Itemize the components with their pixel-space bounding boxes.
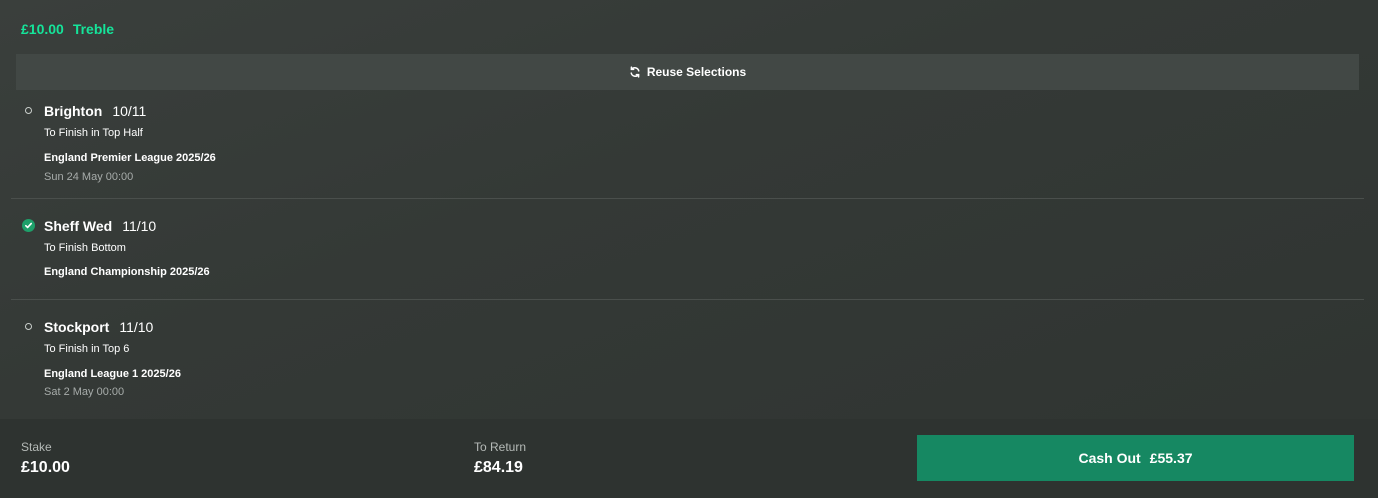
bet-footer: Stake £10.00 To Return £84.19 Cash Out £…	[0, 419, 1378, 498]
selection-name: Brighton	[44, 103, 103, 119]
selection-date: Sat 2 May 00:00	[44, 386, 125, 398]
selection-event: England League 1 2025/26	[44, 368, 181, 380]
open-status-icon	[24, 106, 32, 114]
reuse-selections-label: Reuse Selections	[646, 65, 747, 79]
selection-event: England Premier League 2025/26	[44, 152, 216, 164]
bet-stake: £10.00	[21, 21, 64, 37]
stake-value: £10.00	[21, 459, 70, 476]
cash-out-label: Cash Out	[1078, 450, 1141, 466]
selection-status	[21, 218, 35, 232]
stake-summary: Stake £10.00	[21, 440, 70, 478]
bet-header: £10.00 Treble	[21, 19, 114, 39]
selection-odds: 11/10	[122, 218, 157, 234]
cash-out-value: £55.37	[1149, 450, 1193, 466]
selection-item: Stockport 11/10 To Finish in Top 6 Engla…	[11, 319, 1364, 414]
check-circle-icon	[21, 218, 35, 232]
open-status-icon	[24, 322, 32, 330]
selection-odds: 10/11	[112, 103, 147, 119]
selection-status	[21, 319, 35, 333]
reuse-selections-button[interactable]: Reuse Selections	[16, 54, 1359, 90]
selection-name: Sheff Wed	[44, 218, 113, 234]
selection-date: Sun 24 May 00:00	[44, 171, 134, 183]
selection-status	[21, 103, 35, 117]
stake-label: Stake	[21, 440, 52, 454]
cash-out-button[interactable]: Cash Out £55.37	[917, 435, 1354, 481]
selection-market: To Finish in Top Half	[44, 127, 143, 139]
selection-event: England Championship 2025/26	[44, 266, 210, 278]
selection-market: To Finish in Top 6	[44, 343, 130, 355]
return-summary: To Return £84.19	[474, 440, 526, 478]
bet-type: Treble	[72, 21, 115, 37]
return-value: £84.19	[474, 459, 523, 476]
selection-market: To Finish Bottom	[44, 242, 126, 254]
selection-name: Stockport	[44, 319, 110, 335]
selection-item: Sheff Wed 11/10 To Finish Bottom England…	[11, 218, 1364, 300]
selection-item: Brighton 10/11 To Finish in Top Half Eng…	[11, 103, 1364, 199]
refresh-icon	[629, 66, 641, 78]
selection-odds: 11/10	[119, 319, 154, 335]
return-label: To Return	[474, 440, 527, 454]
